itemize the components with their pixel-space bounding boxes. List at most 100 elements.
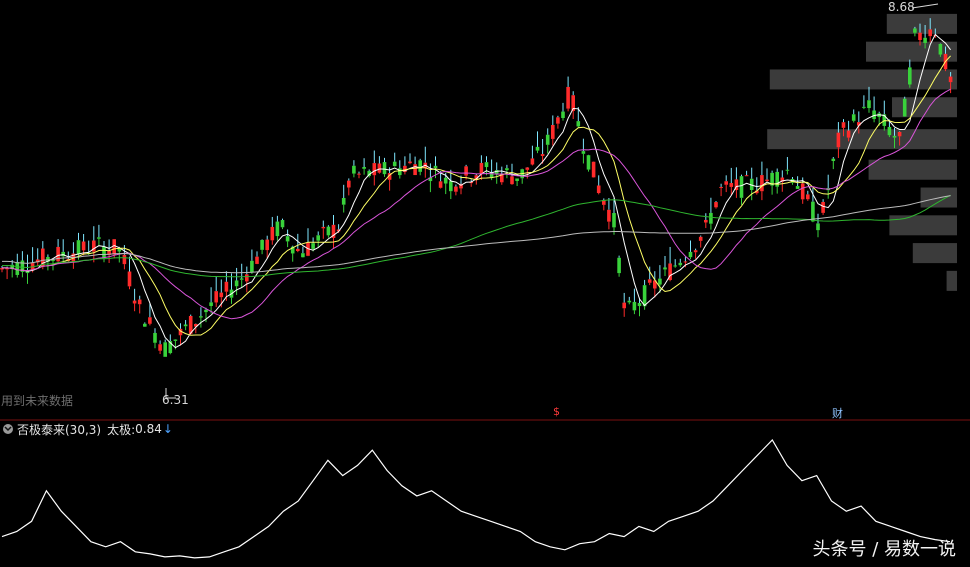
candle-down	[97, 237, 101, 239]
candle-up	[800, 183, 805, 200]
candle-down	[586, 155, 591, 170]
candle-down	[392, 161, 397, 167]
candle-up	[413, 164, 417, 176]
candle-up	[454, 186, 458, 192]
candle-up	[132, 300, 137, 304]
moving-average-line	[1, 194, 951, 278]
candle-down	[908, 67, 912, 85]
candle-down	[76, 240, 81, 255]
candle-down	[275, 221, 280, 237]
volume-profile-bar	[868, 159, 957, 180]
candle-up	[245, 274, 249, 282]
candle-down	[612, 213, 616, 228]
candle-up	[112, 239, 116, 255]
candle-up	[321, 226, 326, 229]
marker-s[interactable]: $	[553, 405, 560, 418]
candle-up	[821, 201, 825, 213]
candle-up	[122, 254, 127, 265]
candle-down	[913, 28, 917, 33]
indicator-header: 否极泰来(30,3) 太极: 0.84 ↓	[0, 421, 173, 437]
candle-up	[270, 226, 275, 241]
candle-down	[102, 246, 106, 259]
candle-down	[153, 332, 157, 343]
candle-up	[255, 256, 259, 264]
marker-cai[interactable]: 财	[832, 405, 843, 421]
candle-up	[464, 166, 468, 176]
candle-down	[851, 114, 856, 121]
chevron-down-icon[interactable]	[3, 424, 13, 434]
candle-up	[760, 175, 764, 192]
volume-profile-bar	[886, 13, 957, 34]
watermark: 头条号 / 易数一说	[812, 539, 956, 560]
candle-up	[377, 163, 382, 173]
candle-up	[714, 202, 718, 208]
candle-up	[918, 32, 922, 41]
candle-down	[581, 151, 586, 154]
candle-up	[525, 167, 530, 170]
candle-down	[204, 309, 208, 313]
candle-up	[214, 291, 218, 303]
volume-profile-bar	[946, 270, 957, 291]
candle-down	[418, 160, 422, 172]
candle-up	[928, 29, 932, 37]
candle-down	[678, 262, 683, 266]
candle-down	[887, 126, 892, 136]
candle-up	[530, 158, 535, 165]
candle-down	[785, 169, 790, 171]
candle-down	[561, 111, 565, 119]
candle-down	[637, 302, 642, 307]
candle-up	[806, 194, 810, 200]
candle-down	[902, 98, 907, 117]
volume-profile-bar	[769, 69, 957, 90]
candle-up	[408, 161, 412, 164]
candle-up	[510, 176, 514, 185]
candle-down	[484, 162, 489, 168]
candle-down	[795, 186, 800, 189]
candle-down	[938, 43, 943, 55]
candle-down	[709, 212, 713, 224]
candle-down	[632, 301, 637, 311]
candle-down	[316, 235, 320, 241]
indicator-name[interactable]: 否极泰来(30,3)	[17, 421, 101, 438]
candle-up	[698, 236, 703, 241]
candle-down	[433, 165, 438, 168]
candle-up	[647, 279, 652, 283]
indicator-series-name: 太极:	[107, 422, 136, 437]
volume-profile-bar	[889, 215, 957, 236]
candle-down	[617, 257, 621, 274]
stock-chart	[0, 3, 970, 559]
candle-up	[127, 271, 132, 287]
candle-down	[163, 342, 167, 357]
volume-profile-bar	[767, 129, 957, 150]
candle-up	[148, 317, 152, 324]
candle-up	[357, 173, 361, 175]
candle-up	[897, 131, 902, 137]
candle-down	[688, 251, 693, 258]
volume-profile-bar	[866, 41, 957, 62]
indicator-value: 0.84	[135, 422, 162, 436]
candle-down	[260, 239, 264, 250]
candle-down	[923, 37, 927, 43]
candle-down	[234, 280, 239, 287]
candle-down	[627, 300, 632, 303]
candle-up	[81, 241, 86, 251]
candle-up	[683, 261, 688, 263]
candle-down	[663, 267, 667, 270]
candle-down	[658, 278, 662, 285]
candle-down	[15, 262, 20, 275]
candle-down	[811, 201, 815, 222]
indicator-line	[1, 439, 951, 559]
candle-up	[846, 130, 851, 138]
candle-up	[704, 219, 708, 223]
candle-down	[449, 181, 453, 192]
volume-profile	[767, 13, 957, 291]
candle-down	[285, 236, 290, 242]
candle-down	[867, 100, 871, 109]
candle-down	[362, 166, 366, 169]
candle-down	[443, 177, 448, 184]
candle-up	[719, 186, 723, 188]
candle-down	[505, 168, 509, 171]
candle-up	[347, 180, 351, 188]
candle-up	[540, 154, 545, 156]
candle-down	[143, 323, 147, 327]
